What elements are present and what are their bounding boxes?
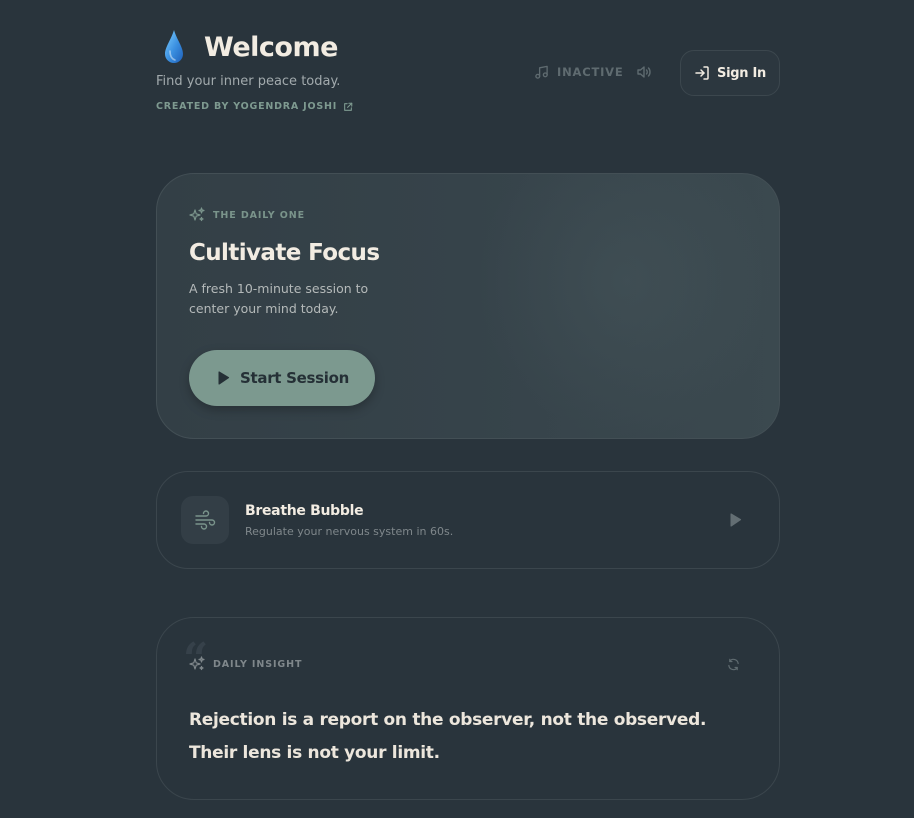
audio-control[interactable]: INACTIVE — [534, 64, 652, 80]
refresh-icon[interactable] — [727, 658, 740, 671]
breathe-icon-tile — [181, 496, 229, 544]
music-note-icon — [535, 65, 548, 79]
page: Welcome Find your inner peace today. CRE… — [0, 0, 914, 818]
daily-session-card: THE DAILY ONE Cultivate Focus A fresh 10… — [156, 173, 780, 439]
play-icon — [218, 371, 230, 385]
hero-eyebrow-label: THE DAILY ONE — [213, 209, 305, 221]
sign-in-label: Sign In — [717, 65, 766, 81]
audio-status: INACTIVE — [557, 65, 624, 79]
page-subtitle: Find your inner peace today. — [156, 74, 341, 89]
insight-eyebrow-label: DAILY INSIGHT — [213, 658, 303, 670]
speaker-icon[interactable] — [636, 64, 652, 80]
start-session-button[interactable]: Start Session — [189, 350, 375, 406]
header: Welcome Find your inner peace today. CRE… — [156, 28, 780, 118]
insight-eyebrow: DAILY INSIGHT — [189, 656, 302, 672]
daily-insight-card: “ DAILY INSIGHT Rejection is a report on… — [156, 617, 780, 800]
sparkles-icon — [189, 207, 205, 222]
page-title: Welcome — [204, 31, 338, 63]
creator-label: CREATED BY YOGENDRA JOSHI — [156, 101, 338, 112]
card-glow — [477, 174, 777, 438]
hero-eyebrow: THE DAILY ONE — [189, 207, 305, 223]
start-session-label: Start Session — [240, 369, 349, 387]
creator-link[interactable]: CREATED BY YOGENDRA JOSHI — [156, 101, 353, 112]
sign-in-button[interactable]: Sign In — [680, 50, 780, 96]
wind-icon — [195, 510, 216, 530]
session-title: Cultivate Focus — [189, 240, 380, 266]
breathe-title: Breathe Bubble — [245, 503, 364, 519]
insight-quote: Rejection is a report on the observer, n… — [189, 710, 707, 763]
session-description: A fresh 10-minute session to center your… — [189, 281, 369, 316]
water-drop-icon — [165, 30, 183, 63]
breathe-description: Regulate your nervous system in 60s. — [245, 525, 454, 538]
external-link-icon — [344, 102, 353, 111]
play-icon[interactable] — [727, 512, 743, 528]
brand: Welcome — [156, 28, 338, 66]
sparkles-icon — [189, 656, 205, 671]
breathe-bubble-item[interactable]: Breathe Bubble Regulate your nervous sys… — [156, 471, 780, 569]
sign-in-icon — [695, 66, 709, 80]
